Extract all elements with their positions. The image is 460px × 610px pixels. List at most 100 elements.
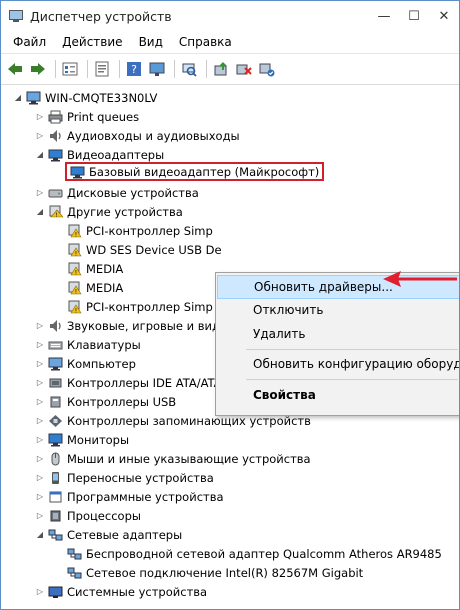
device-manager-icon [8, 8, 24, 24]
menu-bar: Файл Действие Вид Справка [1, 31, 459, 54]
forward-arrow-icon[interactable] [28, 59, 48, 79]
tree-item-ide-controllers[interactable]: ▷ Контроллеры IDE ATA/ATAPI [35, 373, 232, 392]
expand-icon[interactable]: ▷ [35, 492, 45, 502]
scan-hardware-icon[interactable] [179, 59, 199, 79]
update-driver-icon[interactable] [211, 59, 231, 79]
expand-icon[interactable]: ▷ [35, 131, 45, 141]
toolbar-separator [55, 60, 56, 78]
menu-file[interactable]: Файл [5, 35, 54, 49]
tree-item-label: Другие устройства [67, 204, 183, 219]
expand-icon[interactable]: ▷ [35, 188, 45, 198]
uninstall-device-icon[interactable] [234, 59, 254, 79]
menu-view[interactable]: Вид [131, 35, 171, 49]
expand-icon[interactable]: ▷ [35, 435, 45, 445]
tree-item-mice[interactable]: ▷ Мыши и иные указывающие устройства [35, 449, 311, 468]
tree-item-label: Системные устройства [67, 584, 208, 599]
svg-text:!: ! [55, 212, 57, 219]
controller-icon [48, 376, 63, 390]
tree-item-audio-io[interactable]: ▷ Аудиовходы и аудиовыходы [35, 126, 240, 145]
enable-device-icon[interactable] [257, 59, 277, 79]
collapse-icon[interactable]: ◢ [35, 207, 45, 217]
tree-item-software-devices[interactable]: ▷ Программные устройства [35, 487, 224, 506]
tree-item-wireless-adapter[interactable]: Беспроводной сетевой адаптер Qualcomm At… [67, 544, 442, 563]
expand-icon[interactable]: ▷ [35, 321, 45, 331]
tree-item-label: Базовый видеоадаптер (Майкрософт) [89, 164, 320, 179]
annotation-arrow-icon [383, 271, 457, 287]
menu-separator [246, 349, 458, 350]
keyboard-icon [48, 338, 63, 352]
collapse-icon[interactable]: ◢ [13, 93, 23, 103]
processor-icon [48, 509, 63, 523]
tree-item-label: PCI-контроллер Simp [86, 299, 213, 314]
expand-icon[interactable]: ▷ [35, 112, 45, 122]
device-manager-window: Диспетчер устройств — ☐ ✕ Файл Действие … [0, 0, 460, 610]
tree-item-portable-devices[interactable]: ▷ Переносные устройства [35, 468, 214, 487]
tree-item-pci-controller-2[interactable]: ! PCI-контроллер Simp [67, 297, 213, 316]
svg-text:!: ! [75, 269, 77, 276]
svg-text:!: ! [75, 250, 77, 257]
tree-item-label: Программные устройства [67, 489, 224, 504]
tree-item-pci-controller-1[interactable]: ! PCI-контроллер Simp [67, 221, 213, 240]
tree-item-label: PCI-контроллер Simp [86, 223, 213, 238]
properties-icon[interactable] [92, 59, 112, 79]
menu-disable[interactable]: Отключить [217, 299, 459, 321]
menu-scan-hardware[interactable]: Обновить конфигурацию оборудования [217, 353, 460, 375]
collapse-icon[interactable]: ◢ [35, 530, 45, 540]
tree-root[interactable]: ◢ WIN-CMQTE33N0LV [13, 88, 157, 107]
menu-action[interactable]: Действие [54, 35, 130, 49]
help-icon[interactable]: ? [124, 59, 144, 79]
svg-text:?: ? [131, 63, 137, 76]
tree-item-system-devices[interactable]: ▷ Системные устройства [35, 582, 207, 601]
expand-icon[interactable]: ▷ [35, 587, 45, 597]
toolbar-separator [174, 60, 175, 78]
tree-item-ethernet-adapter[interactable]: Сетевое подключение Intel(R) 82567M Giga… [67, 563, 363, 582]
svg-text:!: ! [75, 288, 77, 295]
expand-icon[interactable]: ▷ [35, 378, 45, 388]
menu-item-label: Обновить драйверы... [254, 280, 393, 294]
display-icon[interactable] [147, 59, 167, 79]
tree-item-label: Переносные устройства [67, 470, 214, 485]
maximize-button[interactable]: ☐ [399, 1, 429, 31]
menu-properties[interactable]: Свойства [217, 384, 459, 406]
expand-icon[interactable]: ▷ [35, 473, 45, 483]
tree-item-disk-drives[interactable]: ▷ Дисковые устройства [35, 183, 199, 202]
close-button[interactable]: ✕ [429, 1, 459, 31]
expand-icon[interactable]: ▷ [35, 397, 45, 407]
tree-item-other-devices[interactable]: ◢ ! Другие устройства [35, 202, 183, 221]
toolbar-separator [119, 60, 120, 78]
storage-controller-icon [48, 414, 63, 428]
menu-help[interactable]: Справка [171, 35, 240, 49]
tree-item-label: MEDIA [86, 261, 124, 276]
collapse-icon[interactable]: ◢ [35, 150, 45, 160]
tree-item-keyboards[interactable]: ▷ Клавиатуры [35, 335, 141, 354]
warning-device-icon: ! [67, 243, 82, 257]
svg-text:!: ! [75, 231, 77, 238]
tree-item-monitors[interactable]: ▷ Мониторы [35, 430, 129, 449]
back-arrow-icon[interactable] [5, 59, 25, 79]
warning-device-icon: ! [67, 300, 82, 314]
expand-icon[interactable]: ▷ [35, 511, 45, 521]
expand-icon[interactable]: ▷ [35, 340, 45, 350]
expand-icon[interactable]: ▷ [35, 416, 45, 426]
tree-item-media-2[interactable]: ! MEDIA [67, 278, 123, 297]
tree-item-print-queues[interactable]: ▷ Print queues [35, 107, 139, 126]
portable-device-icon [48, 471, 63, 485]
toolbar-separator [87, 60, 88, 78]
menu-delete[interactable]: Удалить [217, 323, 459, 345]
device-view-icon[interactable] [60, 59, 80, 79]
software-device-icon [48, 490, 63, 504]
tree-item-network-adapters[interactable]: ◢ Сетевые адаптеры [35, 525, 182, 544]
tree-item-label: Сетевые адаптеры [67, 527, 183, 542]
tree-item-processors[interactable]: ▷ Процессоры [35, 506, 141, 525]
expand-icon[interactable]: ▷ [35, 359, 45, 369]
tree-item-usb-controllers[interactable]: ▷ Контроллеры USB [35, 392, 176, 411]
expand-icon[interactable]: ▷ [35, 454, 45, 464]
tree-item-media-1[interactable]: ! MEDIA [67, 259, 123, 278]
tree-item-basic-display-adapter[interactable]: Базовый видеоадаптер (Майкрософт) [65, 162, 325, 181]
menu-item-label: Обновить конфигурацию оборудования [253, 357, 460, 371]
tree-item-label: Видеоадаптеры [67, 147, 165, 162]
tree-item-wd-ses-device[interactable]: ! WD SES Device USB De [67, 240, 222, 259]
tree-item-label: Контроллеры IDE ATA/ATAPI [67, 375, 232, 390]
minimize-button[interactable]: — [369, 1, 399, 31]
tree-item-computer[interactable]: ▷ Компьютер [35, 354, 136, 373]
